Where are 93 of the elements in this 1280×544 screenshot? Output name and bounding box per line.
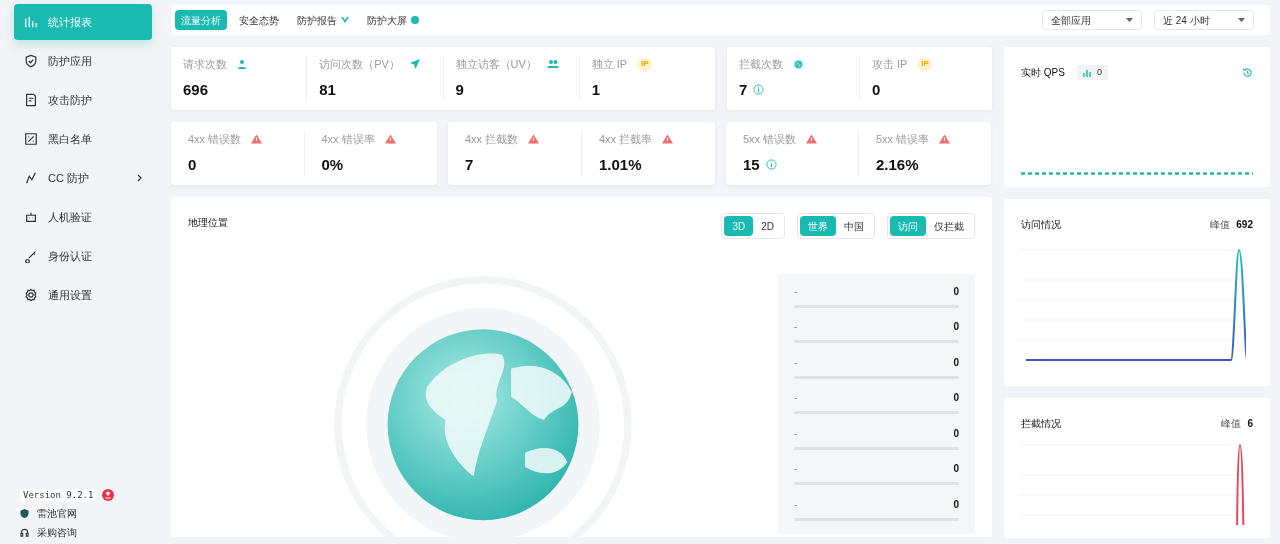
- stat-value: 9: [455, 79, 464, 100]
- stat-label: 请求次数: [183, 57, 227, 72]
- sidebar-item[interactable]: 防护应用: [14, 43, 152, 79]
- stat-value: 1: [591, 79, 601, 100]
- card-title: 实时 QPS: [1021, 66, 1065, 80]
- bar-chart-icon: [24, 15, 38, 29]
- qps-badge: 0: [1076, 65, 1108, 80]
- toggle-option[interactable]: 仅拦截: [926, 216, 972, 236]
- filter-select[interactable]: 全部应用: [1042, 10, 1142, 30]
- region-name: -: [794, 284, 798, 299]
- toggle-option[interactable]: 2D: [753, 216, 782, 236]
- ip-badge: IP: [637, 57, 653, 71]
- peak-value: 6: [1247, 417, 1253, 431]
- upgrade-icon[interactable]: [102, 489, 115, 502]
- stat-label: 独立 IP: [591, 57, 628, 72]
- warning-icon: [528, 134, 540, 145]
- top-tab[interactable]: 安全态势: [233, 10, 285, 30]
- stat-label: 拦截次数: [739, 57, 783, 72]
- sidebar-item[interactable]: 身份认证: [14, 238, 152, 274]
- lightning-icon: [24, 171, 38, 185]
- region-name: -: [794, 426, 798, 441]
- send-icon: [409, 59, 420, 70]
- shield-icon: [20, 509, 29, 518]
- stat-label: 攻击 IP: [872, 57, 908, 72]
- region-name: -: [794, 497, 798, 512]
- gear-icon: [24, 288, 38, 302]
- region-count: 0: [953, 320, 959, 335]
- warning-icon: [806, 134, 818, 145]
- warning-icon: [384, 134, 396, 145]
- region-count: 0: [953, 497, 959, 512]
- version-label: Version 9.2.1: [20, 488, 97, 502]
- person-icon: [237, 59, 247, 70]
- card-title: 访问情况: [1021, 218, 1061, 232]
- region-count: 0: [953, 355, 959, 370]
- sidebar-link[interactable]: 雷池官网: [20, 506, 146, 521]
- stat-label: 5xx 错误率: [876, 132, 930, 147]
- stat-value: 15: [743, 154, 760, 175]
- robot-icon: [24, 210, 38, 224]
- region-count: 0: [953, 462, 959, 477]
- stat-value: 696: [183, 79, 209, 100]
- region-name: -: [794, 355, 798, 370]
- region-name: -: [794, 391, 798, 406]
- sidebar-item[interactable]: 通用设置: [14, 277, 152, 313]
- stat-value: 81: [319, 79, 336, 100]
- stat-label: 访问次数（PV）: [319, 57, 400, 72]
- block-icon: [793, 58, 804, 70]
- stat-label: 5xx 错误数: [743, 132, 797, 147]
- region-count: 0: [953, 284, 959, 299]
- stat-value: 0: [188, 154, 197, 175]
- sidebar-item[interactable]: 黑白名单: [14, 121, 152, 157]
- key-icon: [24, 249, 38, 263]
- top-tab[interactable]: 防护报告: [291, 10, 355, 30]
- warning-icon: [662, 134, 674, 145]
- v-badge-icon: [341, 16, 349, 24]
- stat-value: 2.16%: [876, 154, 919, 175]
- warning-icon: [939, 134, 951, 145]
- top-tab[interactable]: 防护大屏: [361, 10, 425, 30]
- stat-label: 4xx 拦截数: [465, 132, 519, 147]
- region-name: -: [794, 462, 798, 477]
- stat-label: 4xx 拦截率: [599, 132, 653, 147]
- stat-value: 7: [739, 79, 748, 100]
- bar-chart-icon: [1082, 68, 1091, 77]
- peak-label: 峰值: [1210, 218, 1231, 232]
- stat-label: 4xx 错误率: [321, 132, 375, 147]
- sidebar-item[interactable]: CC 防护: [14, 160, 152, 196]
- stat-label: 独立访客（UV）: [455, 57, 537, 72]
- caret-icon: [1126, 18, 1133, 22]
- sidebar-item[interactable]: 人机验证: [14, 199, 152, 235]
- card-title: 拦截情况: [1021, 417, 1061, 431]
- toggle-option[interactable]: 中国: [836, 216, 872, 236]
- region-name: -: [794, 320, 798, 335]
- stat-value: 7: [465, 154, 474, 175]
- peak-label: 峰值: [1221, 417, 1242, 431]
- stat-value: 0%: [321, 154, 344, 175]
- ip-badge: IP: [917, 57, 933, 71]
- warning-icon: [251, 134, 263, 145]
- stat-value: 0: [872, 79, 881, 100]
- shield-icon: [24, 54, 38, 68]
- sidebar-link[interactable]: 采购咨询: [20, 525, 146, 540]
- stat-label: 4xx 错误数: [188, 132, 242, 147]
- headset-icon: [20, 528, 29, 537]
- badge-icon: [411, 16, 419, 24]
- users-icon: [546, 59, 559, 70]
- region-count: 0: [953, 391, 959, 406]
- stat-value: 1.01%: [599, 154, 642, 175]
- card-title: 地理位置: [188, 216, 228, 230]
- peak-value: 692: [1236, 218, 1253, 232]
- history-icon[interactable]: [1242, 67, 1253, 78]
- region-count: 0: [953, 426, 959, 441]
- sidebar-item[interactable]: 攻击防护: [14, 82, 152, 118]
- caret-icon: [1238, 18, 1245, 22]
- document-icon: [24, 93, 38, 107]
- filter-select[interactable]: 近 24 小时: [1154, 10, 1254, 30]
